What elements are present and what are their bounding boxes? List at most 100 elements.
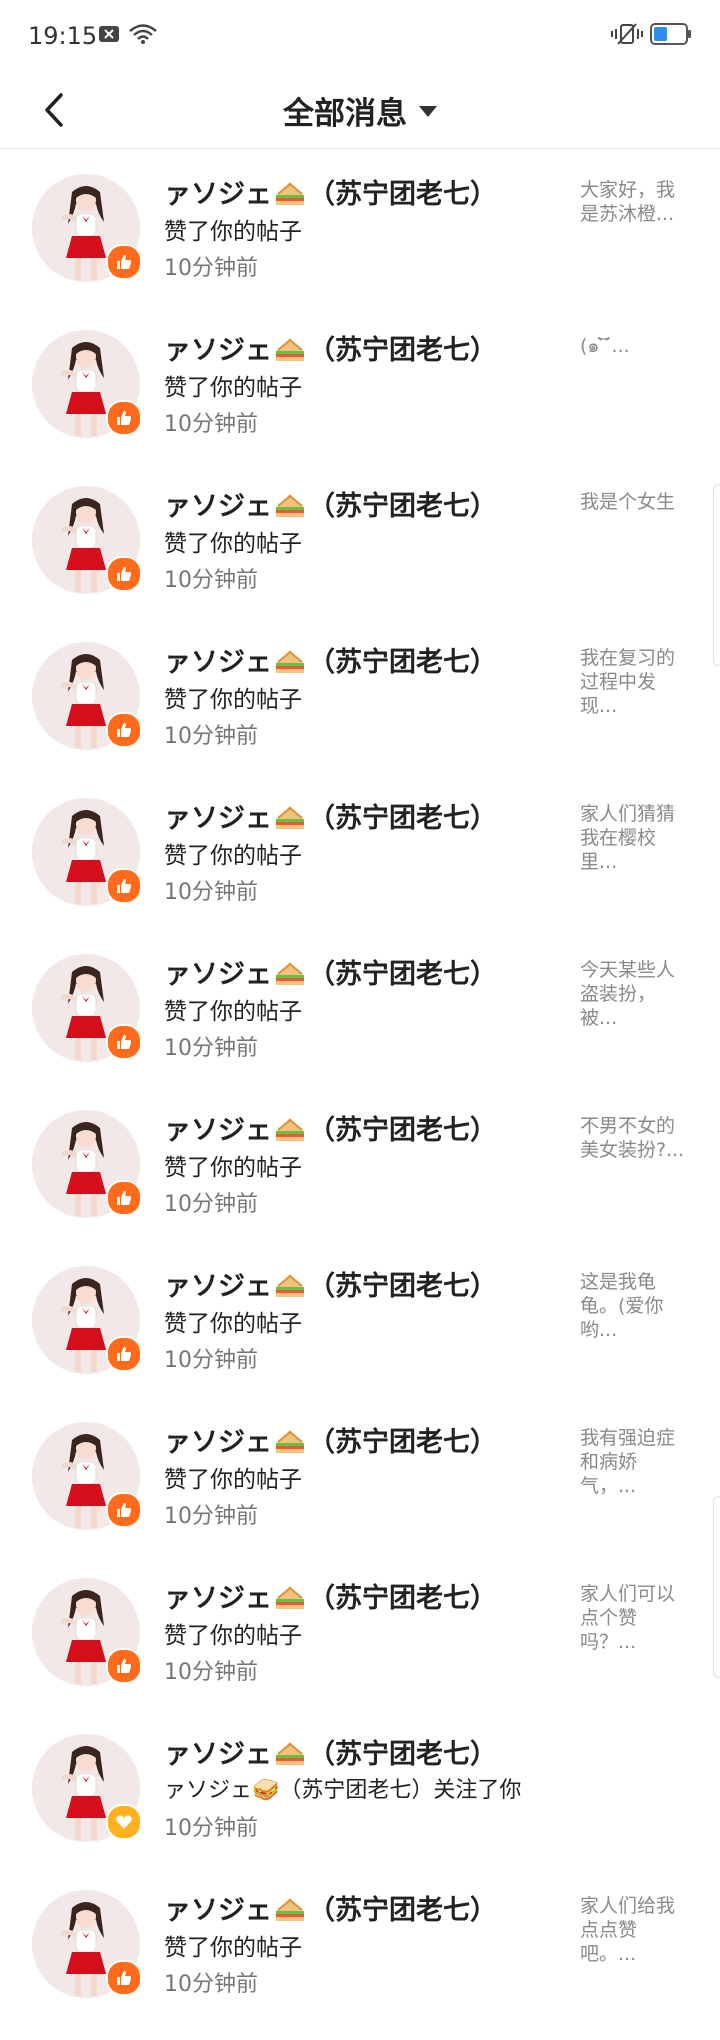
post-preview[interactable]: 我在复习的过程中发现... xyxy=(580,646,692,718)
user-name[interactable]: ァソジェ （苏宁团老七） xyxy=(164,640,497,679)
user-name[interactable]: ァソジェ （苏宁团老七） xyxy=(164,1420,497,1459)
sandwich-emoji-icon xyxy=(276,805,304,829)
notification-row[interactable]: ァソジェ （苏宁团老七） 赞了你的帖子 10分钟前 家人们给我点点赞吧。... xyxy=(0,1866,720,2022)
user-name-prefix: ァソジェ xyxy=(164,647,272,678)
notification-row[interactable]: ァソジェ （苏宁团老七） 赞了你的帖子 10分钟前 今天某些人盗装扮，被... xyxy=(0,930,720,1086)
user-name[interactable]: ァソジェ （苏宁团老七） xyxy=(164,796,497,835)
notification-row[interactable]: ァソジェ （苏宁团老七） 赞了你的帖子 10分钟前 我有强迫症和病娇气，... xyxy=(0,1398,720,1554)
user-name[interactable]: ァソジェ （苏宁团老七） xyxy=(164,1888,497,1927)
notification-row[interactable]: ァソジェ （苏宁团老七） 赞了你的帖子 10分钟前 这是我龟龟。(爱你哟... xyxy=(0,1242,720,1398)
like-badge xyxy=(106,1960,142,1996)
scroll-handle[interactable] xyxy=(713,1496,720,1678)
user-name[interactable]: ァソジェ （苏宁团老七） xyxy=(164,952,497,991)
sandwich-emoji-icon xyxy=(276,493,304,517)
user-name-prefix: ァソジェ xyxy=(164,803,272,834)
post-preview[interactable]: 不男不女的美女装扮?... xyxy=(580,1114,692,1162)
notification-time: 10分钟前 xyxy=(164,256,258,281)
user-name[interactable]: ァソジェ （苏宁团老七） xyxy=(164,172,497,211)
notification-time: 10分钟前 xyxy=(164,1816,258,1841)
page-title: 全部消息 xyxy=(283,95,407,132)
notification-row[interactable]: ァソジェ （苏宁团老七） 赞了你的帖子 10分钟前 (๑ ̄̀ ̄́... xyxy=(0,306,720,462)
user-name-prefix: ァソジェ xyxy=(164,1583,272,1614)
notification-row[interactable]: ァソジェ （苏宁团老七） 赞了你的帖子 10分钟前 不男不女的美女装扮?... xyxy=(0,1086,720,1242)
like-badge xyxy=(106,556,142,592)
user-name-prefix: ァソジェ xyxy=(164,335,272,366)
sandwich-emoji-icon xyxy=(276,1429,304,1453)
notification-row[interactable]: ァソジェ （苏宁团老七） 赞了你的帖子 10分钟前 大家好，我是苏沐橙... xyxy=(0,150,720,306)
like-badge xyxy=(106,1180,142,1216)
wifi-icon xyxy=(129,24,157,44)
post-preview[interactable]: 家人们可以点个赞吗？... xyxy=(580,1582,692,1654)
user-name-prefix: ァソジェ xyxy=(164,1115,272,1146)
user-name-suffix: （苏宁团老七） xyxy=(308,1739,497,1770)
post-preview[interactable]: 我是个女生 xyxy=(580,490,692,514)
notification-row[interactable]: ァソジェ （苏宁团老七） 赞了你的帖子 10分钟前 家人们可以点个赞吗？... xyxy=(0,1554,720,1710)
user-name-prefix: ァソジェ xyxy=(164,1895,272,1926)
user-name[interactable]: ァソジェ （苏宁团老七） xyxy=(164,328,497,367)
user-name-prefix: ァソジェ xyxy=(164,1427,272,1458)
notification-time: 10分钟前 xyxy=(164,880,258,905)
thumbs-up-icon xyxy=(117,1347,132,1361)
user-name-prefix: ァソジェ xyxy=(164,959,272,990)
sandwich-emoji-icon xyxy=(276,961,304,985)
like-badge xyxy=(106,1024,142,1060)
thumbs-up-icon xyxy=(117,1191,132,1205)
user-name-suffix: （苏宁团老七） xyxy=(308,1583,497,1614)
notification-action: 赞了你的帖子 xyxy=(164,1311,302,1337)
sandwich-emoji-icon xyxy=(276,1273,304,1297)
like-badge xyxy=(106,1492,142,1528)
sandwich-emoji-icon xyxy=(276,1741,304,1765)
like-badge xyxy=(106,868,142,904)
notification-action: ァソジェ🥪（苏宁团老七）关注了你 xyxy=(164,1778,522,1803)
notification-time: 10分钟前 xyxy=(164,1348,258,1373)
scroll-handle[interactable] xyxy=(713,484,720,666)
user-name-suffix: （苏宁团老七） xyxy=(308,335,497,366)
like-badge xyxy=(106,1336,142,1372)
notification-list: ァソジェ （苏宁团老七） 赞了你的帖子 10分钟前 大家好，我是苏沐橙... ァ… xyxy=(0,150,720,2022)
like-badge xyxy=(106,400,142,436)
user-name-suffix: （苏宁团老七） xyxy=(308,179,497,210)
sandwich-emoji-icon xyxy=(276,1117,304,1141)
user-name-suffix: （苏宁团老七） xyxy=(308,491,497,522)
heart-icon xyxy=(116,1815,132,1829)
post-preview[interactable]: 大家好，我是苏沐橙... xyxy=(580,178,692,226)
notification-row[interactable]: ァソジェ （苏宁团老七） ァソジェ🥪（苏宁团老七）关注了你 10分钟前 xyxy=(0,1710,720,1866)
back-button[interactable] xyxy=(26,82,82,138)
notification-action: 赞了你的帖子 xyxy=(164,375,302,401)
notification-row[interactable]: ァソジェ （苏宁团老七） 赞了你的帖子 10分钟前 家人们猜猜我在樱校里... xyxy=(0,774,720,930)
notification-action: 赞了你的帖子 xyxy=(164,1467,302,1493)
notification-action: 赞了你的帖子 xyxy=(164,1623,302,1649)
thumbs-up-icon xyxy=(117,723,132,737)
title-dropdown[interactable]: 全部消息 xyxy=(0,72,720,148)
user-name[interactable]: ァソジェ （苏宁团老七） xyxy=(164,1576,497,1615)
sandwich-emoji-icon xyxy=(276,649,304,673)
user-name[interactable]: ァソジェ （苏宁团老七） xyxy=(164,484,497,523)
caret-down-icon xyxy=(419,105,437,117)
thumbs-up-icon xyxy=(117,1971,132,1985)
sandwich-emoji-icon xyxy=(276,1897,304,1921)
user-name-suffix: （苏宁团老七） xyxy=(308,1271,497,1302)
battery-icon xyxy=(650,23,691,45)
user-name-suffix: （苏宁团老七） xyxy=(308,1115,497,1146)
post-preview[interactable]: 家人们猜猜我在樱校里... xyxy=(580,802,692,874)
thumbs-up-icon xyxy=(117,411,132,425)
post-preview[interactable]: 今天某些人盗装扮，被... xyxy=(580,958,692,1030)
post-preview[interactable]: (๑ ̄̀ ̄́... xyxy=(580,334,692,358)
notification-time: 10分钟前 xyxy=(164,1192,258,1217)
vibrate-icon xyxy=(611,23,643,45)
user-name-prefix: ァソジェ xyxy=(164,179,272,210)
back-arrow-icon xyxy=(45,93,63,127)
post-preview[interactable]: 我有强迫症和病娇气，... xyxy=(580,1426,692,1498)
post-preview[interactable]: 这是我龟龟。(爱你哟... xyxy=(580,1270,692,1342)
notification-action: 赞了你的帖子 xyxy=(164,1155,302,1181)
user-name[interactable]: ァソジェ （苏宁团老七） xyxy=(164,1732,497,1771)
user-name[interactable]: ァソジェ （苏宁团老七） xyxy=(164,1108,497,1147)
notification-row[interactable]: ァソジェ （苏宁团老七） 赞了你的帖子 10分钟前 我在复习的过程中发现... xyxy=(0,618,720,774)
notification-action: 赞了你的帖子 xyxy=(164,999,302,1025)
notification-time: 10分钟前 xyxy=(164,1972,258,1997)
notification-row[interactable]: ァソジェ （苏宁团老七） 赞了你的帖子 10分钟前 我是个女生 xyxy=(0,462,720,618)
user-name[interactable]: ァソジェ （苏宁团老七） xyxy=(164,1264,497,1303)
thumbs-up-icon xyxy=(117,1659,132,1673)
post-preview[interactable]: 家人们给我点点赞吧。... xyxy=(580,1894,692,1966)
user-name-suffix: （苏宁团老七） xyxy=(308,1427,497,1458)
